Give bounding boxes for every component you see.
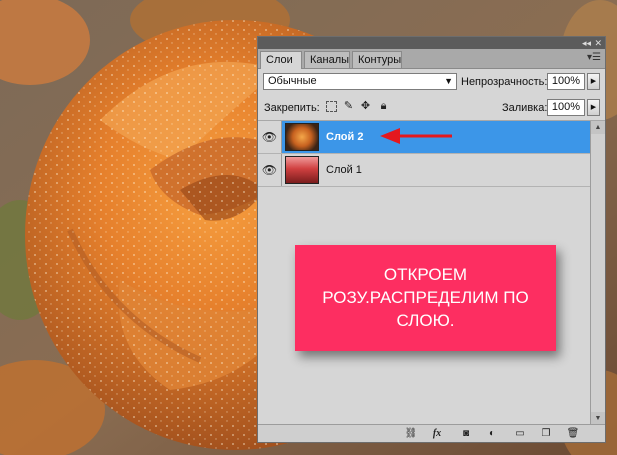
close-icon[interactable]: ✕ (594, 37, 602, 49)
note-line-3: СЛОЮ. (396, 311, 455, 330)
chevron-down-icon: ▼ (444, 76, 453, 86)
opacity-input[interactable]: 100% (547, 73, 585, 90)
fill-input[interactable]: 100% (547, 99, 585, 116)
trash-icon[interactable]: 🗑︎ (566, 427, 580, 440)
opacity-slider-button[interactable]: ▶ (587, 73, 600, 90)
blend-mode-value: Обычные (268, 75, 317, 87)
lock-image-brush-icon[interactable]: ✎ (342, 100, 355, 113)
layer-thumbnail (285, 123, 319, 151)
eye-icon[interactable]: 👁︎ (258, 121, 282, 153)
layer-name[interactable]: Слой 2 (326, 121, 363, 153)
layers-panel: ◂◂ ✕ Слои Каналы Контуры ▾☰ Обычные ▼ Не… (257, 36, 606, 443)
fill-label: Заливка: (502, 102, 548, 114)
new-layer-icon[interactable]: ❐ (539, 427, 553, 440)
annotation-note: ОТКРОЕМ РОЗУ.РАСПРЕДЕЛИМ ПО СЛОЮ. (295, 245, 556, 351)
panel-tabs: Слои Каналы Контуры ▾☰ (258, 49, 605, 69)
collapse-icon[interactable]: ◂◂ (582, 37, 591, 49)
link-icon[interactable]: ⛓ (404, 427, 418, 440)
panel-title-bar: ◂◂ ✕ (258, 37, 605, 49)
note-line-2: РОЗУ.РАСПРЕДЕЛИМ ПО (322, 288, 529, 307)
eye-icon[interactable]: 👁︎ (258, 154, 282, 186)
layer-thumbnail (285, 156, 319, 184)
fx-icon[interactable]: fx (430, 427, 444, 440)
tab-layers[interactable]: Слои (260, 51, 302, 69)
blend-opacity-row: Обычные ▼ Непрозрачность: 100% ▶ (258, 68, 605, 94)
panel-bottom-toolbar: ⛓ fx ◙ ◐ ▭ ❐ 🗑︎ (258, 424, 605, 442)
fill-slider-button[interactable]: ▶ (587, 99, 600, 116)
note-line-1: ОТКРОЕМ (383, 265, 468, 284)
lock-all-icon[interactable]: 🔒︎ (377, 100, 390, 113)
tab-paths[interactable]: Контуры (352, 51, 402, 68)
layers-scrollbar[interactable]: ▲ ▼ (590, 121, 605, 425)
lock-label: Закрепить: (264, 102, 320, 114)
layer-row-sloi-2[interactable]: 👁︎ Слой 2 (258, 121, 590, 154)
blend-mode-select[interactable]: Обычные ▼ (263, 73, 457, 90)
adjustment-icon[interactable]: ◐ (485, 427, 499, 440)
lock-transparency-icon[interactable] (326, 101, 337, 112)
layer-name[interactable]: Слой 1 (326, 154, 362, 186)
mask-icon[interactable]: ◙ (459, 427, 473, 440)
lock-position-icon[interactable]: ✥ (359, 100, 372, 113)
opacity-label: Непрозрачность: (461, 76, 548, 88)
scroll-up-icon[interactable]: ▲ (591, 121, 605, 134)
tab-channels[interactable]: Каналы (304, 51, 350, 68)
lock-fill-row: Закрепить: ✎ ✥ 🔒︎ Заливка: 100% ▶ (258, 94, 605, 121)
layer-row-sloi-1[interactable]: 👁︎ Слой 1 (258, 154, 590, 187)
folder-icon[interactable]: ▭ (513, 427, 527, 440)
panel-menu-icon[interactable]: ▾☰ (587, 53, 601, 63)
